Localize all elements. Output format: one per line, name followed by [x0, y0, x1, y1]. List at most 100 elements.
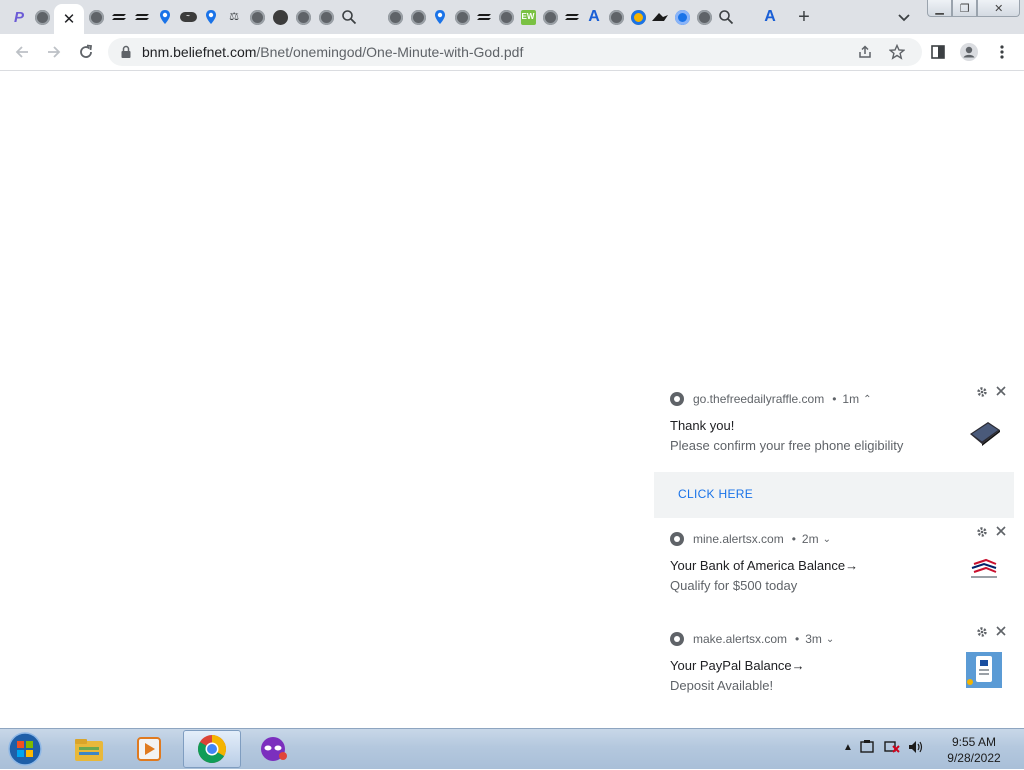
close-icon[interactable]: [994, 524, 1008, 538]
magnifier-icon: [342, 10, 357, 25]
notification-title: Your Bank of America Balance→: [670, 558, 859, 573]
tab[interactable]: [452, 5, 472, 29]
oval-badge-icon: ~: [179, 12, 197, 22]
share-button[interactable]: [856, 43, 874, 61]
close-icon[interactable]: [994, 624, 1008, 638]
chevron-up-icon[interactable]: ⌃: [863, 394, 871, 405]
close-icon[interactable]: [994, 384, 1008, 398]
tab[interactable]: [628, 5, 648, 29]
separator-dot: •: [791, 532, 796, 546]
media-player-icon: [137, 737, 161, 761]
plus-icon: +: [798, 5, 810, 28]
tab[interactable]: ~: [178, 5, 198, 29]
share-icon: [859, 45, 871, 58]
tab[interactable]: [201, 5, 221, 29]
chrome-icon: [670, 632, 684, 646]
tab[interactable]: [86, 5, 106, 29]
tab[interactable]: [32, 5, 52, 29]
tab[interactable]: [339, 5, 359, 29]
gear-icon[interactable]: [976, 526, 988, 538]
notification-age: 1m: [842, 392, 860, 406]
menu-button[interactable]: [990, 40, 1014, 64]
tab-active[interactable]: ✕: [54, 4, 84, 34]
show-hidden-icons-icon[interactable]: ▲: [843, 742, 853, 753]
taskbar-chrome[interactable]: [183, 730, 241, 768]
tab[interactable]: [672, 5, 692, 29]
chevron-down-icon[interactable]: ⌄: [826, 634, 834, 645]
volume-icon[interactable]: [907, 739, 925, 755]
clock-date: 9/28/2022: [947, 751, 1001, 765]
kebab-menu-icon: [1000, 45, 1004, 59]
forward-button[interactable]: [42, 40, 66, 64]
notification-card[interactable]: go.thefreedailyraffle.com • 1m ⌃ Thank y…: [654, 378, 1014, 518]
tab[interactable]: [293, 5, 313, 29]
taskbar-media-player[interactable]: [120, 730, 178, 768]
tab-search-button[interactable]: [895, 8, 913, 26]
notification-card[interactable]: mine.alertsx.com • 2m ⌄ Your Bank of Ame…: [654, 518, 1014, 618]
dash-logo-icon: [477, 14, 491, 20]
tab[interactable]: [606, 5, 626, 29]
system-clock[interactable]: 9:55 AM 9/28/2022: [938, 734, 1010, 766]
taskbar-explorer[interactable]: [60, 730, 118, 768]
tab[interactable]: [562, 5, 582, 29]
letter-a-icon: A: [588, 8, 600, 25]
notification-body: Please confirm your free phone eligibili…: [670, 438, 904, 453]
notification-header: go.thefreedailyraffle.com • 1m ⌃: [670, 392, 871, 406]
chevron-down-icon[interactable]: ⌄: [823, 534, 831, 545]
reload-button[interactable]: [74, 40, 98, 64]
network-icon[interactable]: [883, 739, 901, 755]
reload-icon: [80, 44, 93, 58]
address-bar[interactable]: bnm.beliefnet.com/Bnet/onemingod/One-Min…: [108, 38, 922, 66]
close-window-button[interactable]: ✕: [977, 0, 1020, 17]
tab[interactable]: [155, 5, 175, 29]
click-here-button[interactable]: CLICK HERE: [654, 472, 1014, 518]
url-text[interactable]: bnm.beliefnet.com/Bnet/onemingod/One-Min…: [142, 44, 523, 60]
side-panel-button[interactable]: [926, 40, 950, 64]
system-tray: ▲: [843, 739, 925, 755]
notification-stack: go.thefreedailyraffle.com • 1m ⌃ Thank y…: [654, 378, 1014, 718]
tab[interactable]: ⚖: [224, 5, 244, 29]
action-center-icon[interactable]: [859, 739, 877, 755]
tab[interactable]: [247, 5, 267, 29]
tab[interactable]: A: [584, 5, 604, 29]
tab[interactable]: [496, 5, 516, 29]
tab[interactable]: [132, 5, 152, 29]
back-button[interactable]: [10, 40, 34, 64]
bookmark-button[interactable]: [888, 43, 906, 61]
tab[interactable]: [650, 5, 670, 29]
notification-source: make.alertsx.com: [693, 632, 788, 646]
globe-icon: [542, 9, 558, 25]
profile-button[interactable]: [957, 40, 981, 64]
chrome-icon: [670, 532, 684, 546]
tab[interactable]: [270, 5, 290, 29]
minimize-button[interactable]: ▁: [927, 0, 953, 17]
tab[interactable]: [474, 5, 494, 29]
tab[interactable]: [540, 5, 560, 29]
gear-icon[interactable]: [976, 626, 988, 638]
tab[interactable]: P: [9, 5, 29, 29]
tab[interactable]: A: [760, 5, 780, 29]
tab[interactable]: [109, 5, 129, 29]
tab[interactable]: [430, 5, 450, 29]
taskbar-mask-app[interactable]: [246, 730, 304, 768]
restore-button[interactable]: ❐: [952, 0, 978, 17]
globe-icon: [498, 9, 514, 25]
start-button[interactable]: [6, 731, 44, 767]
globe-icon: [608, 9, 624, 25]
lock-icon[interactable]: [120, 45, 132, 59]
url-path: /Bnet/onemingod/One-Minute-with-God.pdf: [256, 44, 524, 60]
notification-card[interactable]: make.alertsx.com • 3m ⌄ Your PayPal Bala…: [654, 618, 1014, 718]
tab[interactable]: EW: [518, 5, 538, 29]
tab[interactable]: [316, 5, 336, 29]
taskbar: ▲ 9:55 AM 9/28/2022: [0, 728, 1024, 769]
tab[interactable]: [408, 5, 428, 29]
tab[interactable]: [694, 5, 714, 29]
paypal-app-image: [966, 652, 1002, 688]
new-tab-button[interactable]: +: [794, 6, 814, 28]
close-icon: ✕: [994, 2, 1004, 15]
gear-icon[interactable]: [976, 386, 988, 398]
tab[interactable]: [385, 5, 405, 29]
notification-body: Qualify for $500 today: [670, 578, 798, 593]
tab[interactable]: [716, 5, 736, 29]
close-icon[interactable]: ✕: [63, 10, 76, 28]
